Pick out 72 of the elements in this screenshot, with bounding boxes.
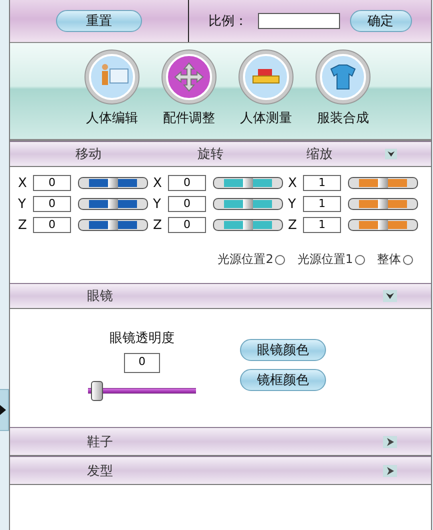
value-field[interactable]: 0 [168,175,206,191]
slider[interactable] [213,177,283,189]
transform-header[interactable]: 移动 旋转 缩放 [10,141,431,167]
shirt-icon [315,49,371,105]
chevron-down-icon[interactable] [383,290,397,302]
slider-thumb[interactable] [108,199,118,209]
section-title: 发型 [86,462,114,480]
slider-thumb[interactable] [378,178,388,188]
slider-thumb[interactable] [90,381,103,401]
column-heading: 缩放 [305,146,334,163]
slider-thumb[interactable] [378,199,388,209]
section-header[interactable]: 发型 [10,456,431,485]
column-heading: 旋转 [196,146,224,163]
slider[interactable] [213,219,283,231]
slider[interactable] [78,177,148,189]
slider[interactable] [78,198,148,210]
slider-thumb[interactable] [243,220,253,230]
tool-button[interactable]: 人体测量 [237,43,295,139]
slider[interactable] [78,219,148,231]
tool-button[interactable]: 服装合成 [314,43,372,139]
slider-thumb[interactable] [243,178,253,188]
axis-label: Z [18,218,28,232]
axis-label: X [153,176,163,190]
radio-option[interactable]: 光源位置1 [297,251,365,268]
axis-label: Y [18,196,27,212]
tool-button[interactable]: 配件调整 [160,43,218,139]
value-field[interactable]: 1 [303,196,341,212]
axis-label: X [18,176,28,190]
opacity-label: 眼镜透明度 [110,330,174,347]
play-icon [0,405,6,415]
chevron-right-icon[interactable] [383,436,397,448]
value-field[interactable]: 0 [168,217,206,233]
tool-button[interactable]: 人体编辑 [83,43,141,139]
slider[interactable] [348,219,418,231]
side-tab[interactable] [0,389,9,431]
scale-label: 比例： [208,13,248,30]
slider[interactable] [348,198,418,210]
scale-field[interactable] [258,13,340,29]
slider-thumb[interactable] [243,199,253,209]
slider-thumb[interactable] [108,220,118,230]
slider[interactable] [213,198,283,210]
value-field[interactable]: 0 [33,217,71,233]
section-title: 眼镜 [86,288,114,305]
value-field[interactable]: 0 [168,196,206,212]
section-header[interactable]: 鞋子 [10,427,431,456]
axis-label: Y [153,196,162,212]
value-field[interactable]: 1 [303,217,341,233]
chevron-right-icon[interactable] [383,464,397,476]
slider-thumb[interactable] [378,220,388,230]
move-icon [161,49,217,105]
axis-label: Y [288,196,297,212]
value-field[interactable]: 0 [33,175,71,191]
color-button[interactable]: 眼镜颜色 [240,339,326,361]
glasses-header[interactable]: 眼镜 [10,283,431,309]
slider[interactable] [348,177,418,189]
radio-option[interactable]: 整体 [377,251,413,268]
section-title: 鞋子 [86,434,114,450]
chevron-down-icon[interactable] [384,148,397,160]
color-button[interactable]: 镜框颜色 [240,369,326,391]
axis-label: Z [288,218,298,232]
person-icon [84,49,140,105]
confirm-button[interactable]: 确定 [350,10,412,32]
column-heading: 移动 [74,146,102,163]
slider-thumb[interactable] [108,178,118,188]
value-field[interactable]: 1 [303,175,341,191]
axis-label: X [288,176,298,190]
ruler-icon [238,49,294,105]
opacity-field[interactable]: 0 [124,353,160,373]
value-field[interactable]: 0 [33,196,71,212]
reset-button[interactable]: 重置 [56,10,142,32]
axis-label: Z [153,218,163,232]
radio-option[interactable]: 光源位置2 [218,251,286,268]
